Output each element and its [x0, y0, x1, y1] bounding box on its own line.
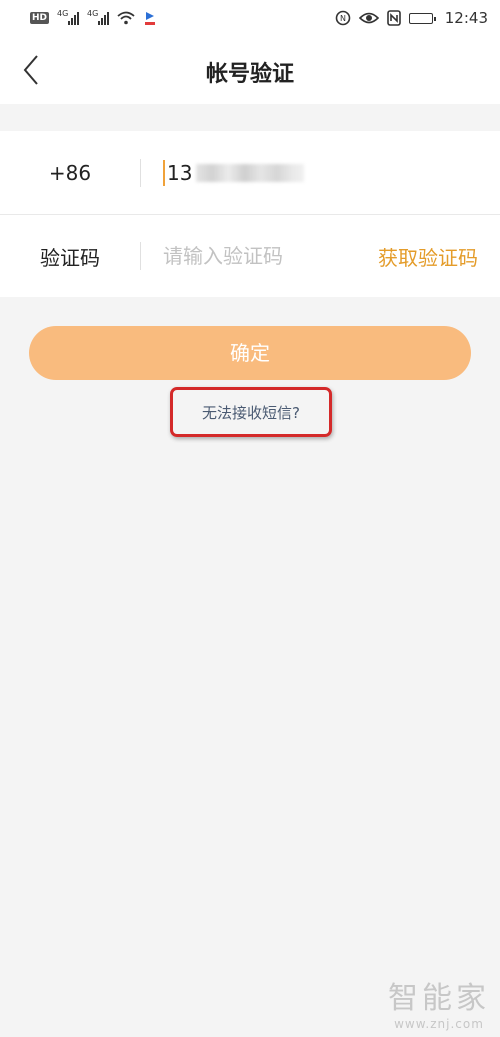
watermark-logo-text: 智能家 — [388, 981, 490, 1016]
svg-text:N: N — [340, 14, 346, 23]
status-time: 12:43 — [444, 9, 488, 27]
signal-icon: 4G — [57, 9, 80, 25]
eye-comfort-icon — [358, 12, 379, 24]
cannot-receive-sms-link[interactable]: 无法接收短信? — [170, 387, 332, 437]
text-cursor — [163, 159, 165, 186]
code-label: 验证码 — [40, 245, 100, 270]
phone-row: +86 13 — [0, 131, 500, 214]
divider — [140, 242, 141, 270]
phone-number-redacted — [196, 163, 305, 182]
confirm-button[interactable]: 确定 — [29, 326, 471, 380]
network-type-label: 4G — [57, 9, 69, 18]
header: 帐号验证 — [0, 36, 500, 104]
hd-icon: HD — [30, 12, 50, 24]
watermark: 智能家 www.znj.com — [388, 973, 490, 1031]
watermark-url: www.znj.com — [394, 1017, 484, 1031]
phone-input[interactable]: 13 — [163, 159, 305, 186]
battery-icon — [408, 12, 436, 24]
status-bar: HD 4G 4G N 12:43 — [0, 0, 500, 36]
divider — [140, 158, 141, 187]
page-title: 帐号验证 — [205, 62, 294, 87]
network-type-label-2: 4G — [87, 9, 99, 18]
app-notification-icon — [145, 12, 156, 25]
signal-icon-2: 4G — [87, 9, 110, 25]
country-code[interactable]: +86 — [0, 161, 140, 185]
status-left: HD 4G 4G — [30, 9, 157, 26]
nfc-icon — [386, 10, 401, 26]
get-code-button[interactable]: 获取验证码 — [378, 242, 478, 271]
status-right: N 12:43 — [335, 9, 488, 27]
phone-number-visible: 13 — [167, 160, 193, 185]
wifi-icon — [117, 11, 135, 25]
nfc-alarm-icon: N — [335, 10, 351, 26]
verification-form: +86 13 验证码 获取验证码 — [0, 131, 500, 297]
code-input[interactable] — [163, 244, 353, 268]
code-row: 验证码 获取验证码 — [0, 214, 500, 297]
